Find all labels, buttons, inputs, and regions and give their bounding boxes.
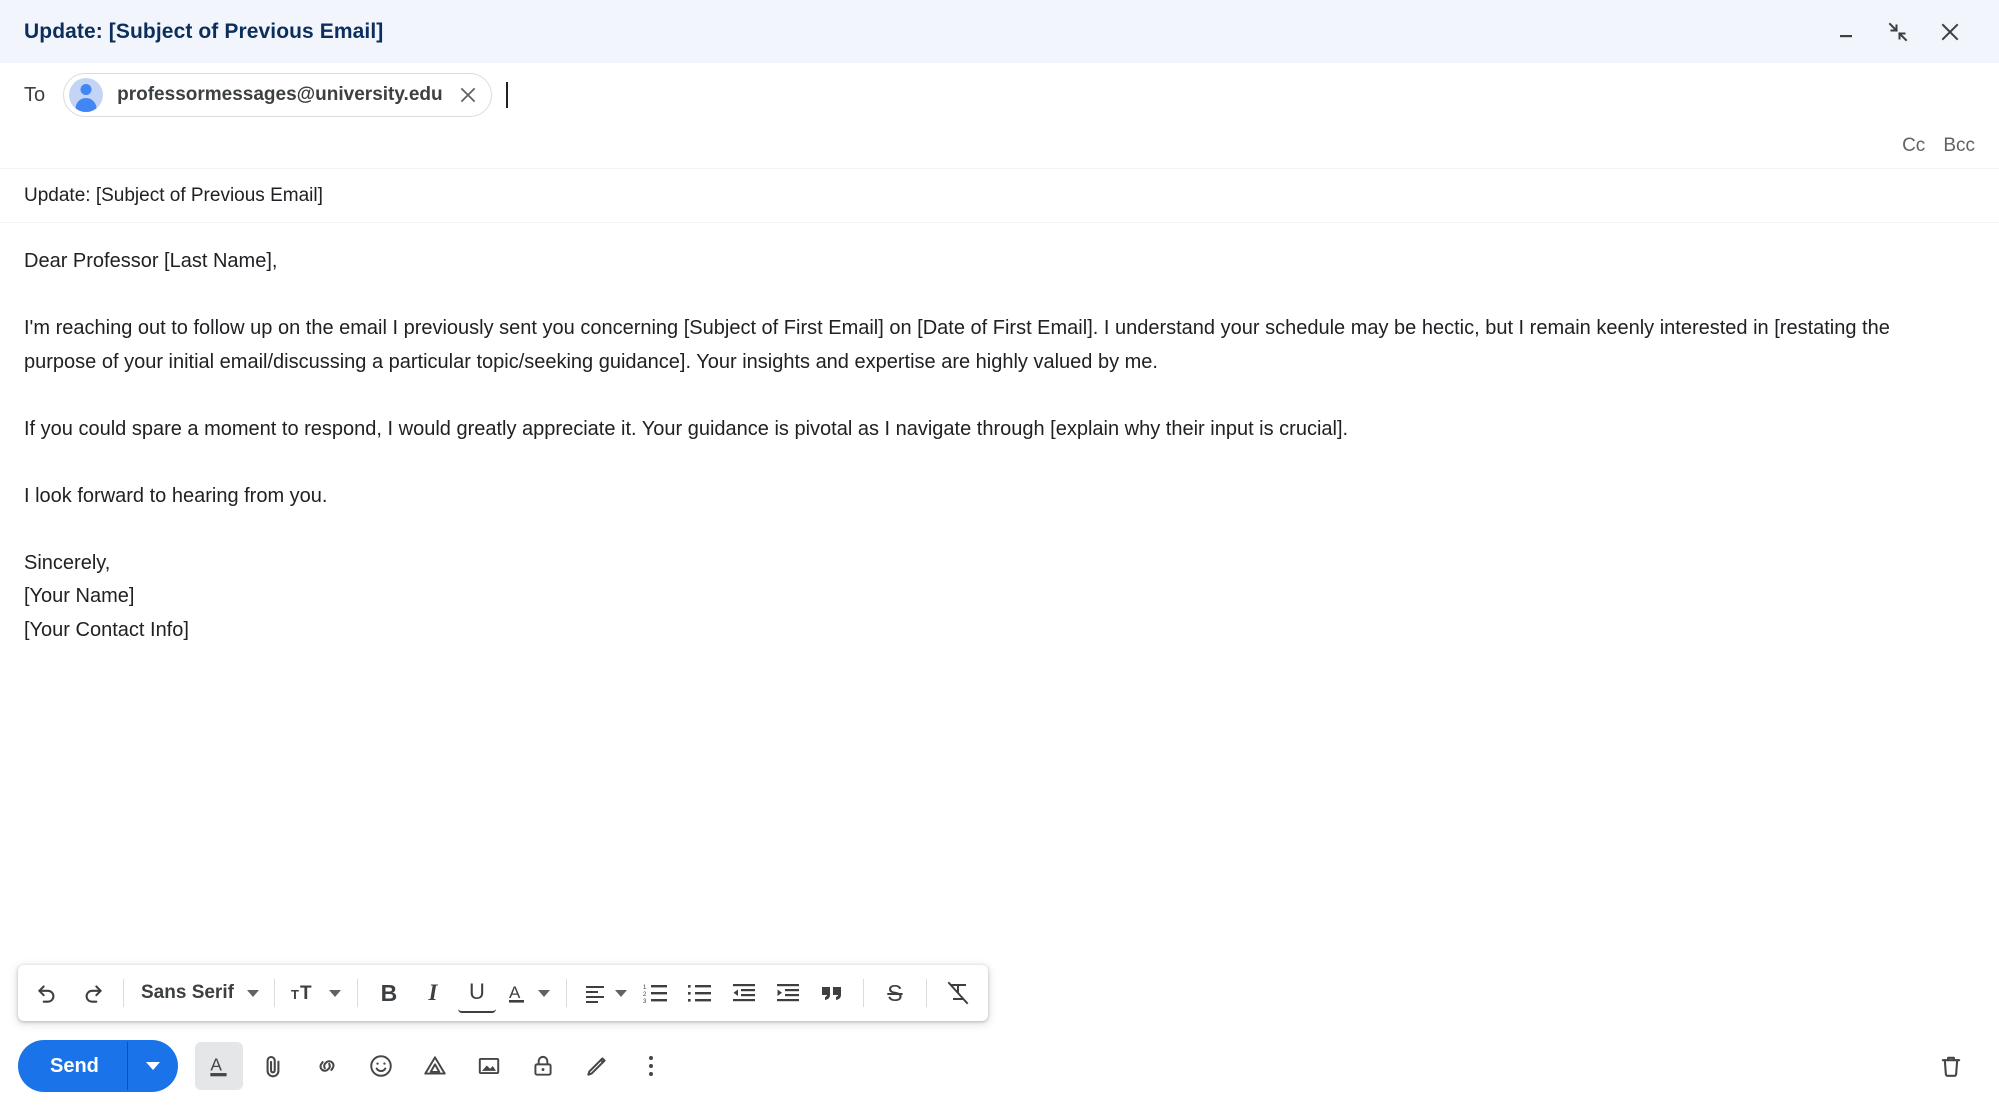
close-icon[interactable] xyxy=(1935,17,1965,47)
insert-photo-icon[interactable] xyxy=(465,1042,513,1090)
confidential-mode-icon[interactable] xyxy=(519,1042,567,1090)
chevron-down-icon xyxy=(614,989,627,997)
subject-input[interactable] xyxy=(24,184,1975,207)
strikethrough-icon[interactable]: S xyxy=(876,973,914,1013)
italic-icon[interactable]: I xyxy=(414,973,452,1013)
more-options-icon[interactable] xyxy=(627,1042,675,1090)
discard-draft-icon[interactable] xyxy=(1927,1042,1975,1090)
insert-emoji-icon[interactable] xyxy=(357,1042,405,1090)
svg-text:T: T xyxy=(291,987,299,1002)
toolbar-divider xyxy=(925,979,927,1007)
text-color-icon[interactable]: A xyxy=(502,973,554,1013)
compose-title: Update: [Subject of Previous Email] xyxy=(24,19,384,43)
send-button-group[interactable]: Send xyxy=(18,1040,178,1092)
format-toolbar: Sans Serif T T B I U A 1 2 3 S xyxy=(18,965,988,1021)
chevron-down-icon xyxy=(246,989,259,997)
remove-formatting-icon[interactable] xyxy=(939,973,977,1013)
exit-full-screen-icon[interactable] xyxy=(1883,17,1913,47)
vertical-dots xyxy=(648,1056,653,1076)
bold-icon[interactable]: B xyxy=(370,973,408,1013)
font-size-dropdown[interactable]: T T xyxy=(287,973,345,1013)
send-options-button[interactable] xyxy=(128,1040,178,1092)
cc-bcc-row: Cc Bcc xyxy=(0,127,1999,169)
attach-file-icon[interactable] xyxy=(249,1042,297,1090)
bulleted-list-icon[interactable] xyxy=(681,973,719,1013)
subject-row[interactable] xyxy=(0,169,1999,223)
indent-less-icon[interactable] xyxy=(725,973,763,1013)
format-toolbar-wrap: Sans Serif T T B I U A 1 2 3 S xyxy=(0,965,1999,1021)
chevron-down-icon xyxy=(145,1062,160,1070)
insert-signature-icon[interactable] xyxy=(573,1042,621,1090)
message-body-area[interactable]: Dear Professor [Last Name], I'm reaching… xyxy=(0,223,1999,965)
chevron-down-icon xyxy=(537,989,550,997)
align-icon[interactable] xyxy=(579,973,631,1013)
message-body-text[interactable]: Dear Professor [Last Name], I'm reaching… xyxy=(24,245,1964,647)
chevron-down-icon xyxy=(328,989,341,997)
undo-icon[interactable] xyxy=(29,973,67,1013)
quote-icon[interactable] xyxy=(813,973,851,1013)
to-field-row[interactable]: To professormessages@university.edu xyxy=(0,63,1999,127)
redo-icon[interactable] xyxy=(73,973,111,1013)
svg-text:T: T xyxy=(300,983,312,1004)
compose-header: Update: [Subject of Previous Email] xyxy=(0,0,1999,63)
font-family-dropdown[interactable]: Sans Serif xyxy=(133,973,265,1013)
svg-text:1: 1 xyxy=(643,985,647,991)
svg-text:A: A xyxy=(210,1054,222,1074)
font-family-label: Sans Serif xyxy=(141,982,234,1003)
underline-icon[interactable]: U xyxy=(457,973,496,1013)
numbered-list-icon[interactable]: 1 2 3 xyxy=(637,973,675,1013)
svg-text:3: 3 xyxy=(643,999,647,1005)
insert-drive-file-icon[interactable] xyxy=(411,1042,459,1090)
recipient-email: professormessages@university.edu xyxy=(117,84,443,105)
indent-more-icon[interactable] xyxy=(769,973,807,1013)
formatting-options-icon[interactable]: A xyxy=(194,1042,243,1090)
toolbar-divider xyxy=(123,979,124,1007)
recipient-chip[interactable]: professormessages@university.edu xyxy=(63,73,492,117)
toolbar-divider xyxy=(565,979,567,1007)
send-button[interactable]: Send xyxy=(18,1040,127,1092)
toolbar-divider xyxy=(862,979,864,1007)
avatar xyxy=(69,78,104,112)
toolbar-divider xyxy=(356,979,358,1007)
cc-link[interactable]: Cc xyxy=(1902,135,1925,157)
to-label: To xyxy=(24,83,46,106)
compose-window: Update: [Subject of Previous Email] To p… xyxy=(0,0,1999,1111)
svg-text:A: A xyxy=(509,983,521,1002)
to-input-caret[interactable] xyxy=(505,82,508,108)
minimize-icon[interactable] xyxy=(1831,17,1861,47)
remove-recipient-icon[interactable] xyxy=(455,82,481,108)
action-bar: Send A xyxy=(0,1021,1999,1111)
toolbar-divider xyxy=(273,979,275,1007)
bcc-link[interactable]: Bcc xyxy=(1943,135,1975,157)
insert-link-icon[interactable] xyxy=(303,1042,351,1090)
window-controls xyxy=(1831,17,1979,47)
svg-text:2: 2 xyxy=(643,992,647,998)
